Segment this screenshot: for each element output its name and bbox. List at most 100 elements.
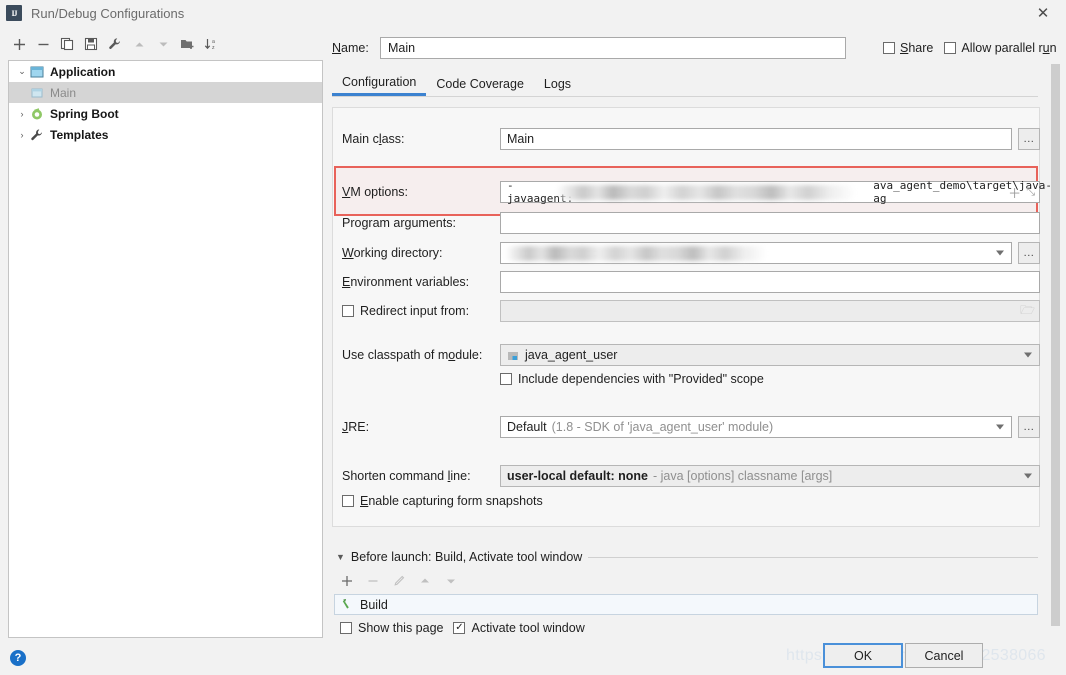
show-this-page-label: Show this page [358,621,444,635]
collapse-arrow-icon[interactable]: ▼ [336,552,345,562]
tab-configuration[interactable]: Configuration [332,71,427,96]
before-launch-task-list[interactable]: Build [334,594,1038,615]
chevron-down-icon[interactable]: ⌄ [15,66,29,77]
remove-task-button[interactable] [364,572,382,590]
run-config-icon [29,85,45,101]
working-directory-redaction [505,246,767,261]
working-directory-row: Working directory: ... [342,242,1042,264]
tree-item-templates[interactable]: › Templates [9,124,322,145]
environment-variables-row: Environment variables: [342,271,1042,293]
program-arguments-input[interactable] [500,212,1040,234]
copy-configuration-button[interactable] [56,33,78,55]
move-task-down-button[interactable] [442,572,460,590]
before-launch-header[interactable]: ▼ Before launch: Build, Activate tool wi… [336,550,1038,564]
program-arguments-row: Program arguments: ＋ ⤡ [342,212,1042,234]
working-directory-input[interactable] [500,242,1012,264]
redirect-input-label: Redirect input from: [360,304,470,318]
main-class-input[interactable]: Main [500,128,1012,150]
tree-item-label: Spring Boot [50,106,119,121]
window-title-bar: IJ Run/Debug Configurations ✕ [0,0,1066,26]
allow-parallel-run-checkbox-row[interactable]: Allow parallel run [944,41,1057,55]
cancel-button[interactable]: Cancel [905,643,983,668]
move-down-button[interactable] [152,33,174,55]
chevron-down-icon[interactable] [996,250,1004,256]
save-configuration-button[interactable] [80,33,102,55]
working-directory-label: Working directory: [342,246,443,260]
classpath-module-select[interactable]: java_agent_user [500,344,1040,366]
add-task-button[interactable] [338,572,356,590]
share-checkbox-row[interactable]: Share [883,41,933,55]
insert-macro-icon[interactable]: ＋ [1008,183,1021,202]
application-icon [29,64,45,80]
scrollbar-thumb[interactable] [1051,64,1060,626]
configurations-tree[interactable]: ⌄ Application Main › Spring Boot › Templ… [8,60,323,638]
tab-logs[interactable]: Logs [534,71,581,96]
tree-item-spring-boot[interactable]: › Spring Boot [9,103,322,124]
share-label: Share [900,41,934,55]
vm-options-input[interactable]: -javaagent: ava_agent_demo\target\java-a… [500,179,1052,205]
vertical-scrollbar[interactable] [1050,62,1061,632]
redirect-input-browse: 🗁 [1020,301,1035,321]
before-launch-toolbar [338,572,460,590]
share-checkbox[interactable] [883,42,895,54]
allow-parallel-run-checkbox[interactable] [944,42,957,54]
form-snapshots-label: Enable capturing form snapshots [360,494,543,508]
include-provided-label: Include dependencies with "Provided" sco… [518,372,764,386]
classpath-module-label: Use classpath of module: [342,348,483,362]
edit-templates-wrench-icon[interactable] [104,33,126,55]
before-launch-divider [588,556,1038,558]
working-directory-browse-button[interactable]: ... [1018,242,1040,264]
move-up-button[interactable] [128,33,150,55]
redirect-input-path-input: 🗁 [500,300,1040,322]
edit-task-button[interactable] [390,572,408,590]
main-class-browse-button[interactable]: ... [1018,128,1040,150]
include-provided-checkbox[interactable] [500,373,512,385]
activate-tool-window-checkbox[interactable]: ✓ [453,622,466,634]
help-icon[interactable]: ? [10,650,26,666]
main-class-row: Main class: Main ... [342,128,1042,150]
build-hammer-icon [341,598,354,611]
jre-value: Default [507,420,547,434]
spring-boot-icon [29,106,45,122]
redirect-input-checkbox[interactable] [342,305,354,317]
expand-icon[interactable]: ⤡ [1026,186,1035,199]
shorten-command-line-value: user-local default: none [507,469,648,483]
jre-browse-button[interactable]: ... [1018,416,1040,438]
form-snapshots-row[interactable]: Enable capturing form snapshots [342,494,543,508]
sort-alphabetically-button[interactable]: a z [200,33,222,55]
environment-variables-input[interactable] [500,271,1040,293]
shorten-command-line-select[interactable]: user-local default: none - java [options… [500,465,1040,487]
chevron-down-icon[interactable] [1024,352,1032,358]
chevron-right-icon[interactable]: › [15,130,29,140]
chevron-down-icon[interactable] [996,424,1004,430]
intellij-idea-icon: IJ [6,5,22,21]
tab-code-coverage[interactable]: Code Coverage [426,71,534,96]
program-arguments-label: Program arguments: [342,216,456,230]
folder-icon: 🗁 [1020,302,1035,317]
templates-wrench-icon [29,127,45,143]
remove-configuration-button[interactable] [32,33,54,55]
vm-options-label: VM options: [342,185,409,199]
main-class-label: Main class: [342,132,405,146]
tree-item-main[interactable]: Main [9,82,322,103]
jre-label: JRE: [342,420,370,434]
environment-variables-label: Environment variables: [342,275,470,289]
vm-options-row: VM options: -javaagent: ava_agent_demo\t… [342,179,1052,205]
vm-options-actions: ＋ ⤡ [1008,182,1035,202]
close-icon[interactable]: ✕ [1020,0,1066,26]
add-configuration-button[interactable] [8,33,30,55]
show-this-page-checkbox[interactable] [340,622,352,634]
jre-select[interactable]: Default (1.8 - SDK of 'java_agent_user' … [500,416,1012,438]
name-label: Name: [332,41,369,55]
chevron-right-icon[interactable]: › [15,109,29,119]
classpath-module-value: java_agent_user [525,348,618,362]
include-provided-row[interactable]: Include dependencies with "Provided" sco… [500,372,764,386]
ok-button[interactable]: OK [823,643,903,668]
new-folder-button[interactable] [176,33,198,55]
chevron-down-icon[interactable] [1024,473,1032,479]
tree-item-application[interactable]: ⌄ Application [9,61,322,82]
name-input[interactable]: Main [380,37,846,59]
tree-item-label: Templates [50,127,109,142]
form-snapshots-checkbox[interactable] [342,495,354,507]
move-task-up-button[interactable] [416,572,434,590]
